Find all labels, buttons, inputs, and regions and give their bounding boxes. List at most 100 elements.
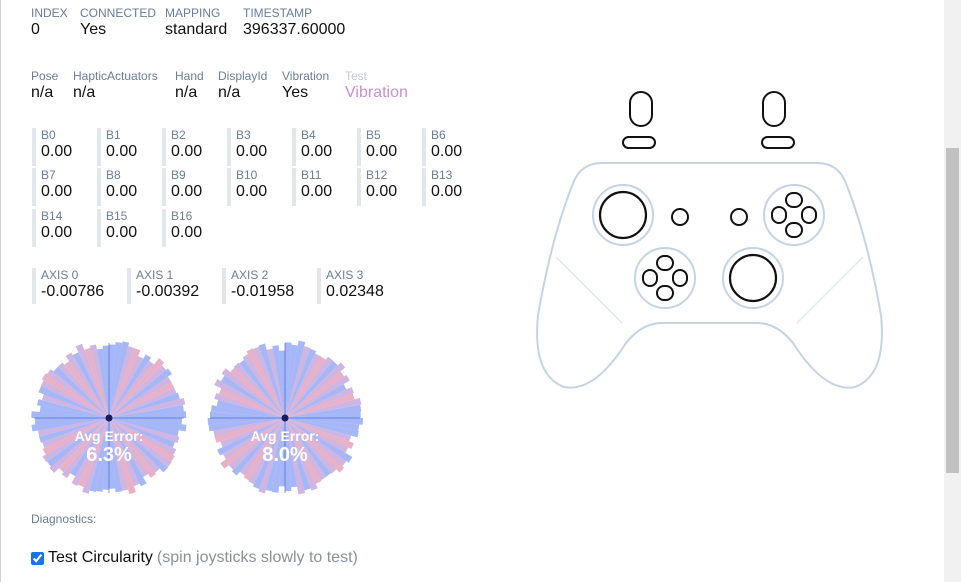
button-value: 0.00 [301,143,333,160]
mapping-field: MAPPING standard [165,6,227,40]
button-value: 0.00 [41,183,73,200]
scrollbar-thumb[interactable] [946,148,959,473]
button-label: B12 [366,168,388,182]
button-b15: B15 0.00 [97,209,149,247]
button-value: 0.00 [41,224,73,241]
left-stick-icon [598,190,648,240]
avg-error-value: 6.3% [86,444,132,466]
axis-0: AXIS 0 -0.00786 [32,268,112,304]
button-b11: B11 0.00 [292,168,344,206]
vibration-label: Vibration [282,69,330,83]
circularity-plot-left: Avg Error: 6.3% [31,341,187,495]
avg-error-value: 8.0% [262,444,308,466]
button-b9: B9 0.00 [162,168,214,206]
vibration-value: Yes [282,84,309,101]
gamepad-diagram [536,91,883,389]
dpad-icon [642,255,688,301]
button-value: 0.00 [106,183,138,200]
mapping-label: MAPPING [165,6,221,20]
gamepad-body-outline [536,162,883,389]
timestamp-label: TIMESTAMP [243,6,313,20]
timestamp-field: TIMESTAMP 396337.60000 [243,6,345,40]
button-label: B8 [106,168,121,182]
button-b12: B12 0.00 [357,168,409,206]
pose-value: n/a [31,84,54,101]
hand-label: Hand [175,69,204,83]
diagnostics-title: Diagnostics: [31,512,97,526]
grip-line-left [555,256,623,324]
hand-value: n/a [175,84,198,101]
right-stick-ring [722,247,784,309]
test-circularity-label[interactable]: Test Circularity [48,549,153,567]
haptic-actuators-field: HapticActuators n/a [73,69,158,103]
axis-label: AXIS 2 [231,268,269,282]
button-b13: B13 0.00 [422,168,474,206]
button-b5: B5 0.00 [357,128,409,166]
hand-field: Hand n/a [175,69,204,103]
axis-2: AXIS 2 -0.01958 [222,268,302,304]
button-value: 0.00 [431,183,463,200]
test-circularity-row[interactable]: Test Circularity (spin joysticks slowly … [31,549,358,567]
connected-value: Yes [80,21,107,38]
button-value: 0.00 [171,224,203,241]
button-label: B0 [41,128,56,142]
axis-label: AXIS 3 [326,268,364,282]
timestamp-value: 396337.60000 [243,21,346,38]
button-b4: B4 0.00 [292,128,344,166]
button-b6: B6 0.00 [422,128,474,166]
avg-error-label: Avg Error: [251,428,320,444]
test-vibration-field[interactable]: Test Vibration [345,69,408,103]
select-button-icon [671,208,689,226]
stick-position-dot [105,414,113,422]
haptic-actuators-value: n/a [73,84,96,101]
button-label: B16 [171,209,193,223]
button-label: B3 [236,128,251,142]
button-value: 0.00 [366,183,398,200]
button-b8: B8 0.00 [97,168,149,206]
axis-value: -0.00786 [41,283,105,300]
right-bumper-icon [761,136,795,149]
index-value: 0 [31,21,40,38]
button-b2: B2 0.00 [162,128,214,166]
button-label: B15 [106,209,128,223]
button-b3: B3 0.00 [227,128,279,166]
button-b10: B10 0.00 [227,168,279,206]
test-vibration-link[interactable]: Vibration [345,83,408,103]
button-label: B6 [431,128,446,142]
display-id-value: n/a [218,84,241,101]
face-buttons-icon [771,192,817,238]
axis-value: -0.00392 [136,283,200,300]
button-label: B14 [41,209,63,223]
button-b1: B1 0.00 [97,128,149,166]
connected-label: CONNECTED [80,6,157,20]
right-stick-icon [728,253,778,303]
left-trigger-icon [629,91,653,127]
stick-position-dot [281,414,289,422]
axis-value: -0.01958 [231,283,295,300]
axis-1: AXIS 1 -0.00392 [127,268,207,304]
button-label: B10 [236,168,258,182]
button-label: B4 [301,128,316,142]
test-circularity-hint: (spin joysticks slowly to test) [156,549,358,566]
button-value: 0.00 [106,143,138,160]
connected-field: CONNECTED Yes [80,6,156,40]
index-label: INDEX [31,6,68,20]
mapping-value: standard [165,21,228,38]
button-b14: B14 0.00 [32,209,84,247]
button-label: B7 [41,168,56,182]
button-label: B13 [431,168,453,182]
button-value: 0.00 [301,183,333,200]
button-value: 0.00 [236,143,268,160]
button-value: 0.00 [171,143,203,160]
button-value: 0.00 [431,143,463,160]
window-border [0,0,1,582]
test-circularity-checkbox[interactable] [31,551,44,565]
button-label: B1 [106,128,121,142]
test-label: Test [345,69,368,83]
axis-label: AXIS 1 [136,268,174,282]
button-b7: B7 0.00 [32,168,84,206]
axis-3: AXIS 3 0.02348 [317,268,397,304]
button-value: 0.00 [41,143,73,160]
button-value: 0.00 [366,143,398,160]
button-label: B2 [171,128,186,142]
